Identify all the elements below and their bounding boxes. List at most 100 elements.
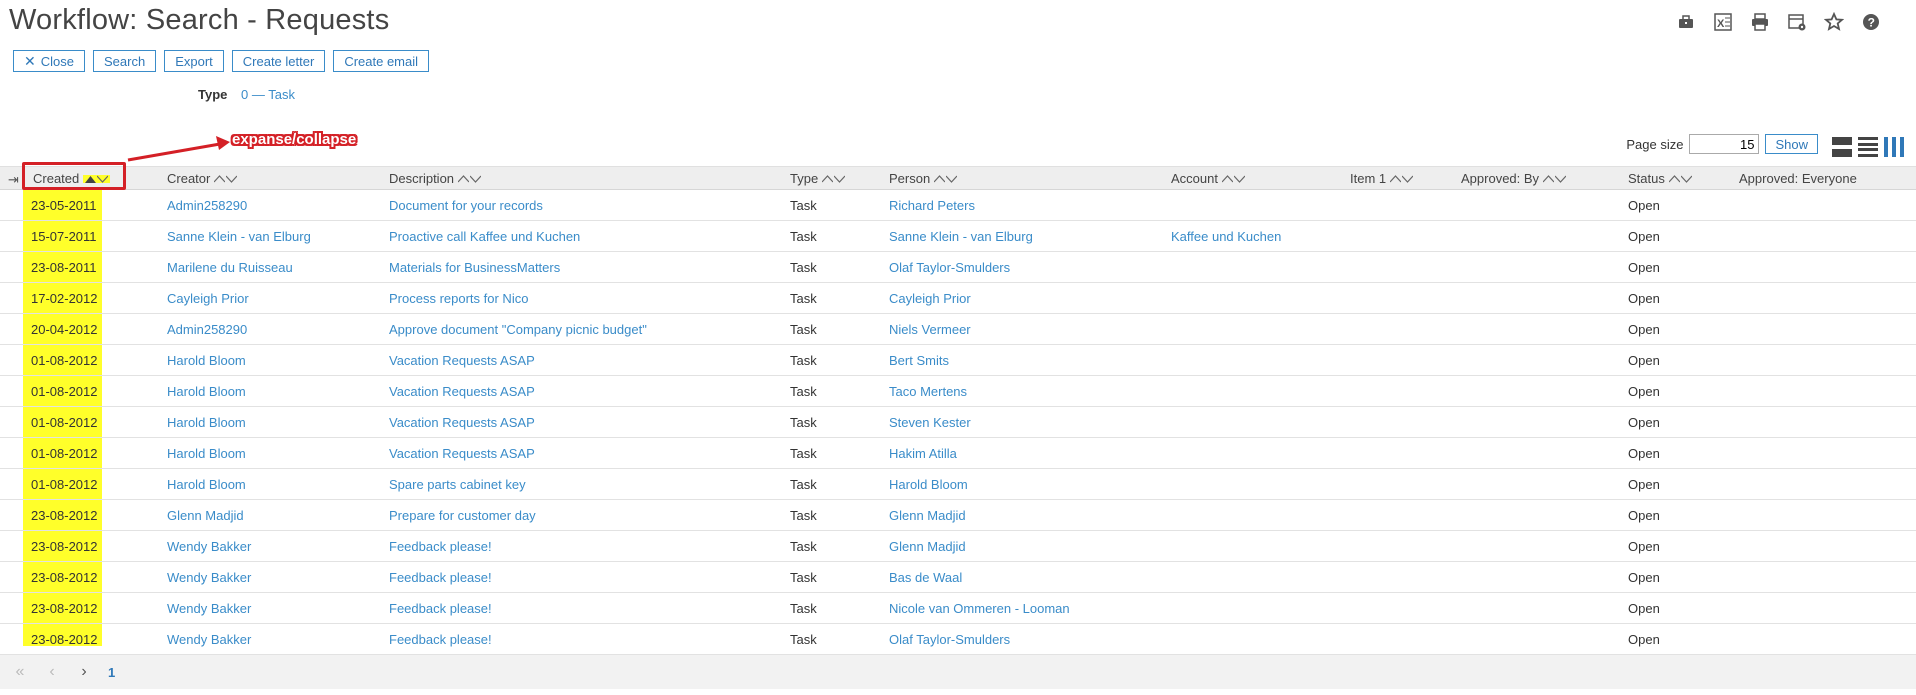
- table-row[interactable]: 23-05-2011 Admin258290 Document for your r…: [0, 190, 1916, 221]
- cell-person[interactable]: Richard Peters: [889, 198, 975, 213]
- search-button[interactable]: Search: [92, 50, 157, 72]
- cell-description[interactable]: Vacation Requests ASAP: [389, 415, 535, 430]
- cell-creator[interactable]: Harold Bloom: [167, 415, 246, 430]
- sort-asc-icon[interactable]: [1390, 174, 1402, 183]
- cell-creator[interactable]: Sanne Klein - van Elburg: [167, 229, 311, 244]
- cell-description[interactable]: Approve document "Company picnic budget": [389, 322, 647, 337]
- cell-person[interactable]: Bert Smits: [889, 353, 949, 368]
- cell-description[interactable]: Feedback please!: [389, 601, 492, 616]
- cell-person[interactable]: Hakim Atilla: [889, 446, 957, 461]
- sort-icons[interactable]: [458, 174, 482, 183]
- pin-columns-icon[interactable]: ⇥: [8, 172, 19, 188]
- cell-creator[interactable]: Harold Bloom: [167, 353, 246, 368]
- create-email-button[interactable]: Create email: [333, 50, 430, 72]
- cell-person[interactable]: Bas de Waal: [889, 570, 962, 585]
- calendar-settings-icon[interactable]: [1785, 10, 1808, 33]
- sort-desc-icon[interactable]: [946, 175, 958, 183]
- cell-creator[interactable]: Admin258290: [167, 322, 247, 337]
- cell-creator[interactable]: Wendy Bakker: [167, 601, 251, 616]
- sort-icons[interactable]: [1390, 174, 1414, 183]
- view-large-rows-icon[interactable]: [1832, 137, 1852, 157]
- cell-description[interactable]: Vacation Requests ASAP: [389, 384, 535, 399]
- table-row[interactable]: 23-08-2012 Wendy Bakker Feedback please! Ta…: [0, 562, 1916, 593]
- col-status[interactable]: Status: [1628, 171, 1692, 186]
- cell-person[interactable]: Harold Bloom: [889, 477, 968, 492]
- cell-description[interactable]: Feedback please!: [389, 632, 492, 647]
- cell-description[interactable]: Proactive call Kaffee und Kuchen: [389, 229, 580, 244]
- create-letter-button[interactable]: Create letter: [231, 50, 326, 72]
- cell-description[interactable]: Vacation Requests ASAP: [389, 353, 535, 368]
- table-row[interactable]: 15-07-2011 Sanne Klein - van Elburg Proact…: [0, 221, 1916, 252]
- cell-creator[interactable]: Marilene du Ruisseau: [167, 260, 293, 275]
- col-approved-by[interactable]: Approved: By: [1461, 171, 1567, 186]
- col-type[interactable]: Type: [790, 171, 846, 186]
- sort-icons[interactable]: [1221, 174, 1245, 183]
- cell-creator[interactable]: Cayleigh Prior: [167, 291, 249, 306]
- cell-person[interactable]: Cayleigh Prior: [889, 291, 971, 306]
- cell-person[interactable]: Taco Mertens: [889, 384, 967, 399]
- briefcase-icon[interactable]: [1674, 10, 1697, 33]
- sort-icons[interactable]: [214, 174, 238, 183]
- cell-person[interactable]: Sanne Klein - van Elburg: [889, 229, 1033, 244]
- sort-desc-icon[interactable]: [1555, 175, 1567, 183]
- cell-creator[interactable]: Harold Bloom: [167, 446, 246, 461]
- cell-person[interactable]: Niels Vermeer: [889, 322, 971, 337]
- cell-person[interactable]: Glenn Madjid: [889, 539, 966, 554]
- sort-desc-icon[interactable]: [1402, 175, 1414, 183]
- cell-creator[interactable]: Wendy Bakker: [167, 632, 251, 647]
- sort-asc-icon[interactable]: [214, 174, 226, 183]
- star-icon[interactable]: [1822, 10, 1845, 33]
- table-row[interactable]: 01-08-2012 Harold Bloom Vacation Requests …: [0, 407, 1916, 438]
- cell-creator[interactable]: Glenn Madjid: [167, 508, 244, 523]
- sort-asc-icon[interactable]: [1668, 174, 1680, 183]
- cell-description[interactable]: Process reports for Nico: [389, 291, 528, 306]
- export-button[interactable]: Export: [164, 50, 224, 72]
- sort-asc-icon[interactable]: [458, 174, 470, 183]
- col-item1[interactable]: Item 1: [1350, 171, 1414, 186]
- cell-creator[interactable]: Wendy Bakker: [167, 539, 251, 554]
- view-columns-icon[interactable]: [1884, 137, 1904, 157]
- table-row[interactable]: 23-08-2012 Glenn Madjid Prepare for custom…: [0, 500, 1916, 531]
- col-account[interactable]: Account: [1171, 171, 1245, 186]
- cell-description[interactable]: Vacation Requests ASAP: [389, 446, 535, 461]
- page-size-input[interactable]: [1689, 134, 1760, 154]
- cell-description[interactable]: Feedback please!: [389, 539, 492, 554]
- sort-asc-icon[interactable]: [934, 174, 946, 183]
- close-button[interactable]: ✕ Close: [13, 50, 85, 72]
- sort-desc-icon[interactable]: [834, 175, 846, 183]
- cell-person[interactable]: Nicole van Ommeren - Looman: [889, 601, 1070, 616]
- prev-page-icon[interactable]: ‹: [36, 663, 68, 681]
- table-row[interactable]: 01-08-2012 Harold Bloom Vacation Requests …: [0, 438, 1916, 469]
- sort-desc-icon[interactable]: [470, 175, 482, 183]
- cell-creator[interactable]: Harold Bloom: [167, 384, 246, 399]
- show-button[interactable]: Show: [1765, 134, 1818, 154]
- table-row[interactable]: 20-04-2012 Admin258290 Approve document "C…: [0, 314, 1916, 345]
- sort-desc-icon[interactable]: [226, 175, 238, 183]
- table-row[interactable]: 01-08-2012 Harold Bloom Vacation Requests …: [0, 345, 1916, 376]
- col-person[interactable]: Person: [889, 171, 958, 186]
- cell-person[interactable]: Steven Kester: [889, 415, 971, 430]
- cell-description[interactable]: Document for your records: [389, 198, 543, 213]
- col-approved-everyone[interactable]: Approved: Everyone: [1739, 171, 1857, 186]
- cell-creator[interactable]: Harold Bloom: [167, 477, 246, 492]
- cell-description[interactable]: Feedback please!: [389, 570, 492, 585]
- cell-description[interactable]: Spare parts cabinet key: [389, 477, 526, 492]
- sort-desc-icon[interactable]: [1680, 175, 1692, 183]
- sort-icons[interactable]: [822, 174, 846, 183]
- cell-creator[interactable]: Admin258290: [167, 198, 247, 213]
- table-row[interactable]: 23-08-2012 Wendy Bakker Feedback please! Ta…: [0, 624, 1916, 655]
- col-creator[interactable]: Creator: [167, 171, 238, 186]
- cell-person[interactable]: Glenn Madjid: [889, 508, 966, 523]
- view-list-icon[interactable]: [1858, 137, 1878, 157]
- sort-asc-icon[interactable]: [1221, 174, 1233, 183]
- cell-account[interactable]: Kaffee und Kuchen: [1171, 229, 1281, 244]
- cell-description[interactable]: Materials for BusinessMatters: [389, 260, 560, 275]
- col-description[interactable]: Description: [389, 171, 482, 186]
- page-number[interactable]: 1: [108, 665, 115, 680]
- table-row[interactable]: 23-08-2012 Wendy Bakker Feedback please! Ta…: [0, 593, 1916, 624]
- sort-asc-icon[interactable]: [1543, 174, 1555, 183]
- cell-person[interactable]: Olaf Taylor-Smulders: [889, 632, 1010, 647]
- sort-desc-icon[interactable]: [1233, 175, 1245, 183]
- cell-description[interactable]: Prepare for customer day: [389, 508, 536, 523]
- sort-asc-icon[interactable]: [822, 174, 834, 183]
